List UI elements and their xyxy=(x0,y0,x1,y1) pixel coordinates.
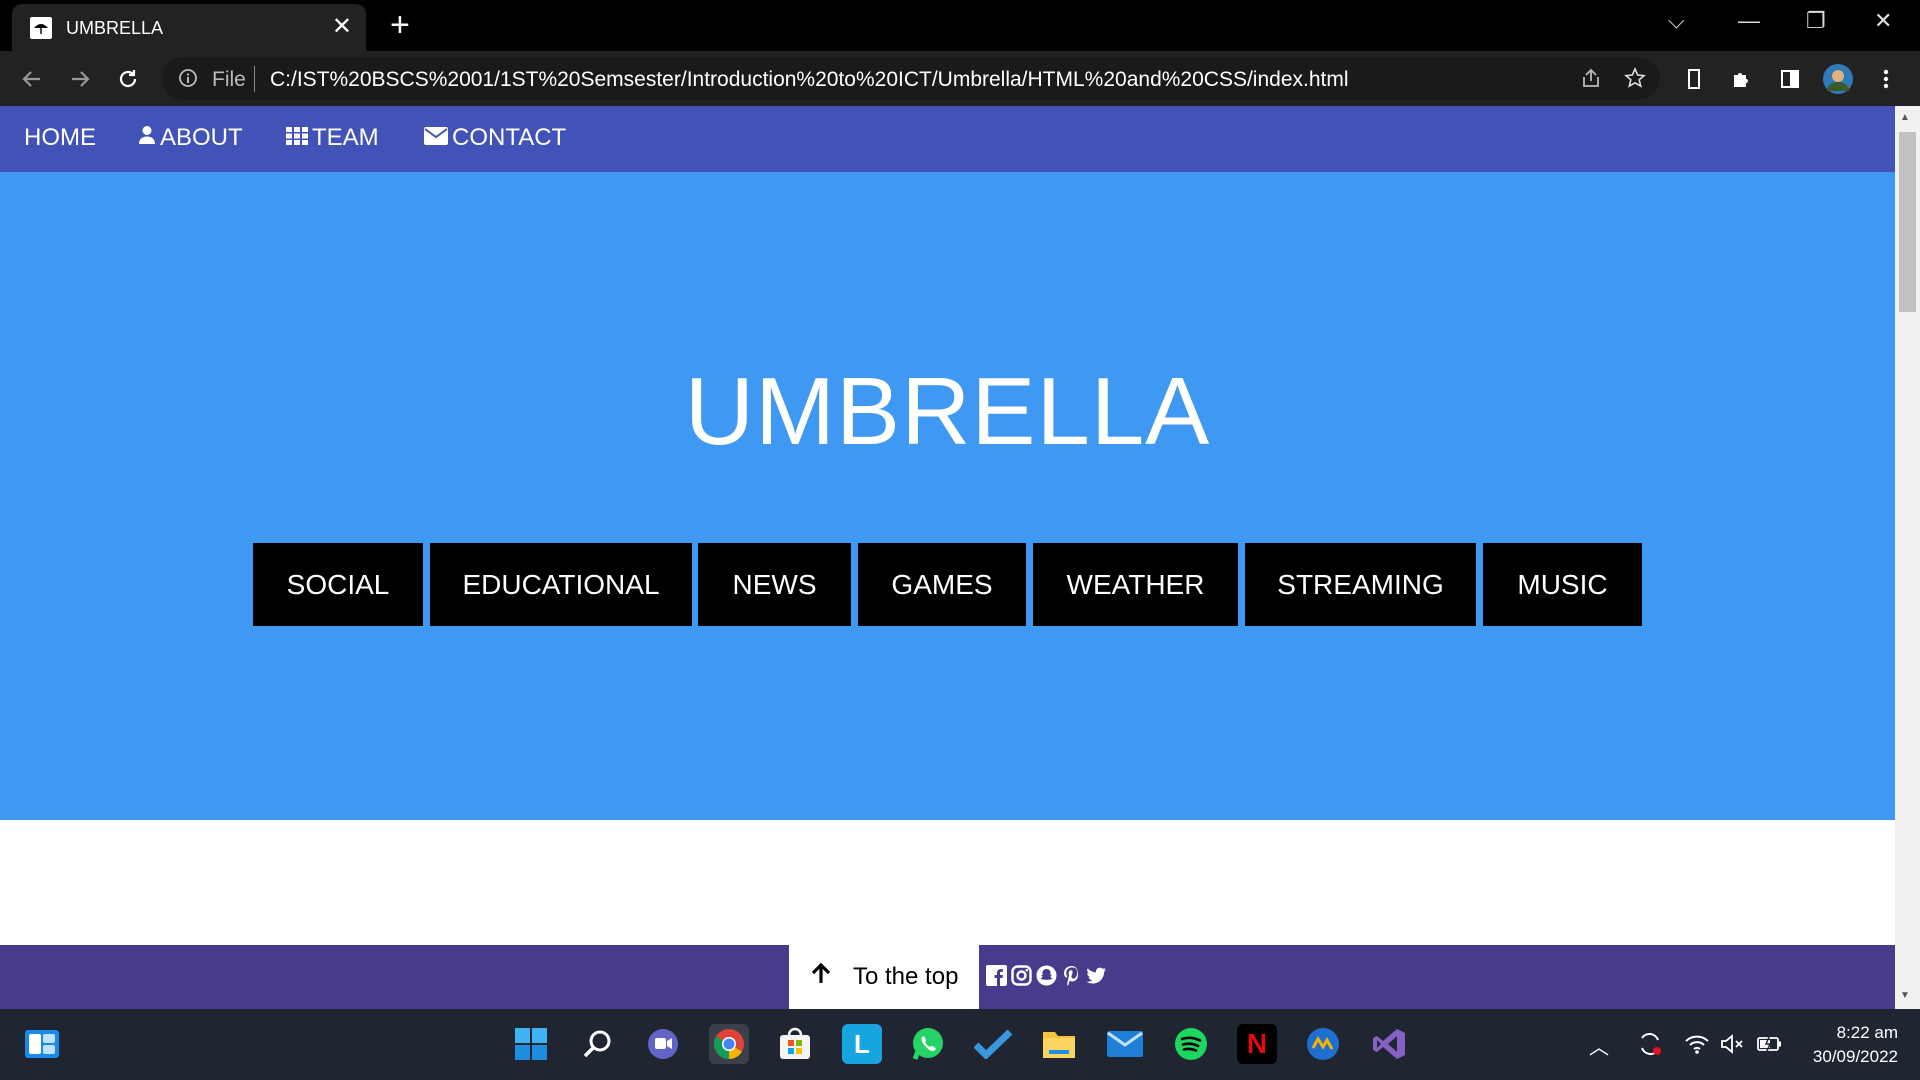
back-arrow-icon[interactable] xyxy=(16,63,48,95)
nav-about-label: ABOUT xyxy=(160,124,243,151)
envelope-icon xyxy=(424,124,448,152)
feather-app-icon[interactable] xyxy=(1303,1024,1343,1064)
footer-bar: To the top xyxy=(0,945,1895,1009)
umbrella-favicon-icon xyxy=(30,17,52,39)
category-educational-button[interactable]: EDUCATIONAL xyxy=(430,543,692,626)
user-icon xyxy=(138,124,156,152)
microsoft-store-icon[interactable] xyxy=(775,1024,815,1064)
chevron-up-icon[interactable]: ︿ xyxy=(1589,1031,1609,1060)
category-label: GAMES xyxy=(891,568,993,600)
tab-search-dropdown-icon[interactable]: ⌵ xyxy=(1668,8,1685,34)
page-viewport: HOME ABOUT TEAM CONTACT UMBRELLA SOCIAL … xyxy=(0,106,1920,1009)
windows-taskbar: L N ︿ 8:22 am 30/09/2022 xyxy=(0,1009,1920,1080)
widgets-icon[interactable] xyxy=(22,1024,62,1064)
info-icon[interactable] xyxy=(178,68,198,93)
l-app-icon[interactable]: L xyxy=(842,1024,882,1064)
category-streaming-button[interactable]: STREAMING xyxy=(1245,543,1476,626)
hero-title: UMBRELLA xyxy=(684,358,1211,465)
category-label: NEWS xyxy=(732,568,817,600)
site-navbar: HOME ABOUT TEAM CONTACT xyxy=(0,106,1895,172)
extensions-puzzle-icon[interactable] xyxy=(1726,63,1758,95)
spotify-icon[interactable] xyxy=(1171,1024,1211,1064)
share-icon[interactable] xyxy=(1580,67,1602,94)
tab-strip: UMBRELLA ✕ + ⌵ — ❐ ✕ xyxy=(0,0,1920,51)
battery-charging-icon[interactable] xyxy=(1750,1024,1790,1064)
file-explorer-icon[interactable] xyxy=(1039,1024,1079,1064)
twitter-icon[interactable] xyxy=(1086,965,1107,986)
tab-title: UMBRELLA xyxy=(66,18,164,38)
tab-close-icon[interactable]: ✕ xyxy=(332,14,352,40)
whatsapp-icon[interactable] xyxy=(908,1024,948,1064)
category-label: WEATHER xyxy=(1066,568,1205,600)
nav-contact-link[interactable]: CONTACT xyxy=(424,124,566,152)
close-window-button[interactable]: ✕ xyxy=(1874,8,1892,34)
facebook-icon[interactable] xyxy=(986,965,1007,986)
social-links xyxy=(986,965,1107,986)
to-the-top-label: To the top xyxy=(853,963,959,990)
volume-muted-icon[interactable] xyxy=(1713,1024,1753,1064)
category-label: SOCIAL xyxy=(286,568,390,600)
new-tab-button[interactable]: + xyxy=(390,8,410,42)
category-music-button[interactable]: MUSIC xyxy=(1483,543,1642,626)
nav-about-link[interactable]: ABOUT xyxy=(138,124,243,152)
category-label: STREAMING xyxy=(1277,568,1444,600)
device-icon[interactable] xyxy=(1678,63,1710,95)
wifi-icon[interactable] xyxy=(1677,1024,1717,1064)
kebab-menu-icon[interactable] xyxy=(1870,63,1902,95)
browser-tab[interactable]: UMBRELLA ✕ xyxy=(12,4,366,51)
category-label: EDUCATIONAL xyxy=(462,568,660,600)
category-weather-button[interactable]: WEATHER xyxy=(1033,543,1238,626)
instagram-icon[interactable] xyxy=(1011,965,1032,986)
forward-arrow-icon[interactable] xyxy=(64,63,96,95)
category-news-button[interactable]: NEWS xyxy=(698,543,851,626)
scrollbar-thumb[interactable] xyxy=(1899,132,1916,312)
clock-time: 8:22 am xyxy=(1836,1023,1898,1042)
search-icon[interactable] xyxy=(578,1024,618,1064)
scroll-down-arrow-icon[interactable]: ▼ xyxy=(1900,990,1910,1001)
category-social-button[interactable]: SOCIAL xyxy=(253,543,423,626)
bookmark-star-icon[interactable] xyxy=(1624,67,1646,94)
mail-icon[interactable] xyxy=(1105,1024,1145,1064)
nav-contact-label: CONTACT xyxy=(452,124,567,151)
browser-toolbar: File C:/IST%20BSCS%2001/1ST%20Semsester/… xyxy=(0,51,1920,106)
scroll-up-arrow-icon[interactable]: ▲ xyxy=(1900,112,1910,123)
arrow-up-icon xyxy=(811,962,831,992)
omnibox-divider xyxy=(254,66,255,92)
teams-chat-icon[interactable] xyxy=(643,1024,683,1064)
reload-icon[interactable] xyxy=(112,63,144,95)
to-the-top-button[interactable]: To the top xyxy=(789,945,979,1009)
snapchat-icon[interactable] xyxy=(1036,965,1057,986)
grid-icon xyxy=(286,124,308,152)
vertical-scrollbar[interactable]: ▲ ▼ xyxy=(1895,106,1920,1009)
system-clock[interactable]: 8:22 am 30/09/2022 xyxy=(1813,1021,1898,1069)
address-bar[interactable]: File C:/IST%20BSCS%2001/1ST%20Semsester/… xyxy=(162,57,1660,100)
nav-team-link[interactable]: TEAM xyxy=(286,124,379,152)
todo-check-icon[interactable] xyxy=(973,1024,1013,1064)
minimize-button[interactable]: — xyxy=(1738,8,1760,34)
category-label: MUSIC xyxy=(1517,568,1608,600)
url-text[interactable]: C:/IST%20BSCS%2001/1ST%20Semsester/Intro… xyxy=(270,68,1349,92)
clock-date: 30/09/2022 xyxy=(1812,1047,1898,1066)
profile-avatar[interactable] xyxy=(1822,63,1854,95)
pinterest-icon[interactable] xyxy=(1061,965,1082,986)
nav-home-link[interactable]: HOME xyxy=(24,124,96,152)
start-windows-icon[interactable] xyxy=(511,1024,551,1064)
nav-team-label: TEAM xyxy=(312,124,379,151)
sync-icon[interactable] xyxy=(1630,1024,1670,1064)
url-scheme-label: File xyxy=(212,68,246,91)
hero-section: UMBRELLA SOCIAL EDUCATIONAL NEWS GAMES W… xyxy=(0,172,1895,820)
visual-studio-icon[interactable] xyxy=(1369,1024,1409,1064)
chrome-icon[interactable] xyxy=(709,1024,749,1064)
nav-home-label: HOME xyxy=(24,124,96,151)
netflix-icon[interactable]: N xyxy=(1237,1024,1277,1064)
side-panel-icon[interactable] xyxy=(1774,63,1806,95)
restore-button[interactable]: ❐ xyxy=(1806,8,1826,34)
category-games-button[interactable]: GAMES xyxy=(858,543,1026,626)
